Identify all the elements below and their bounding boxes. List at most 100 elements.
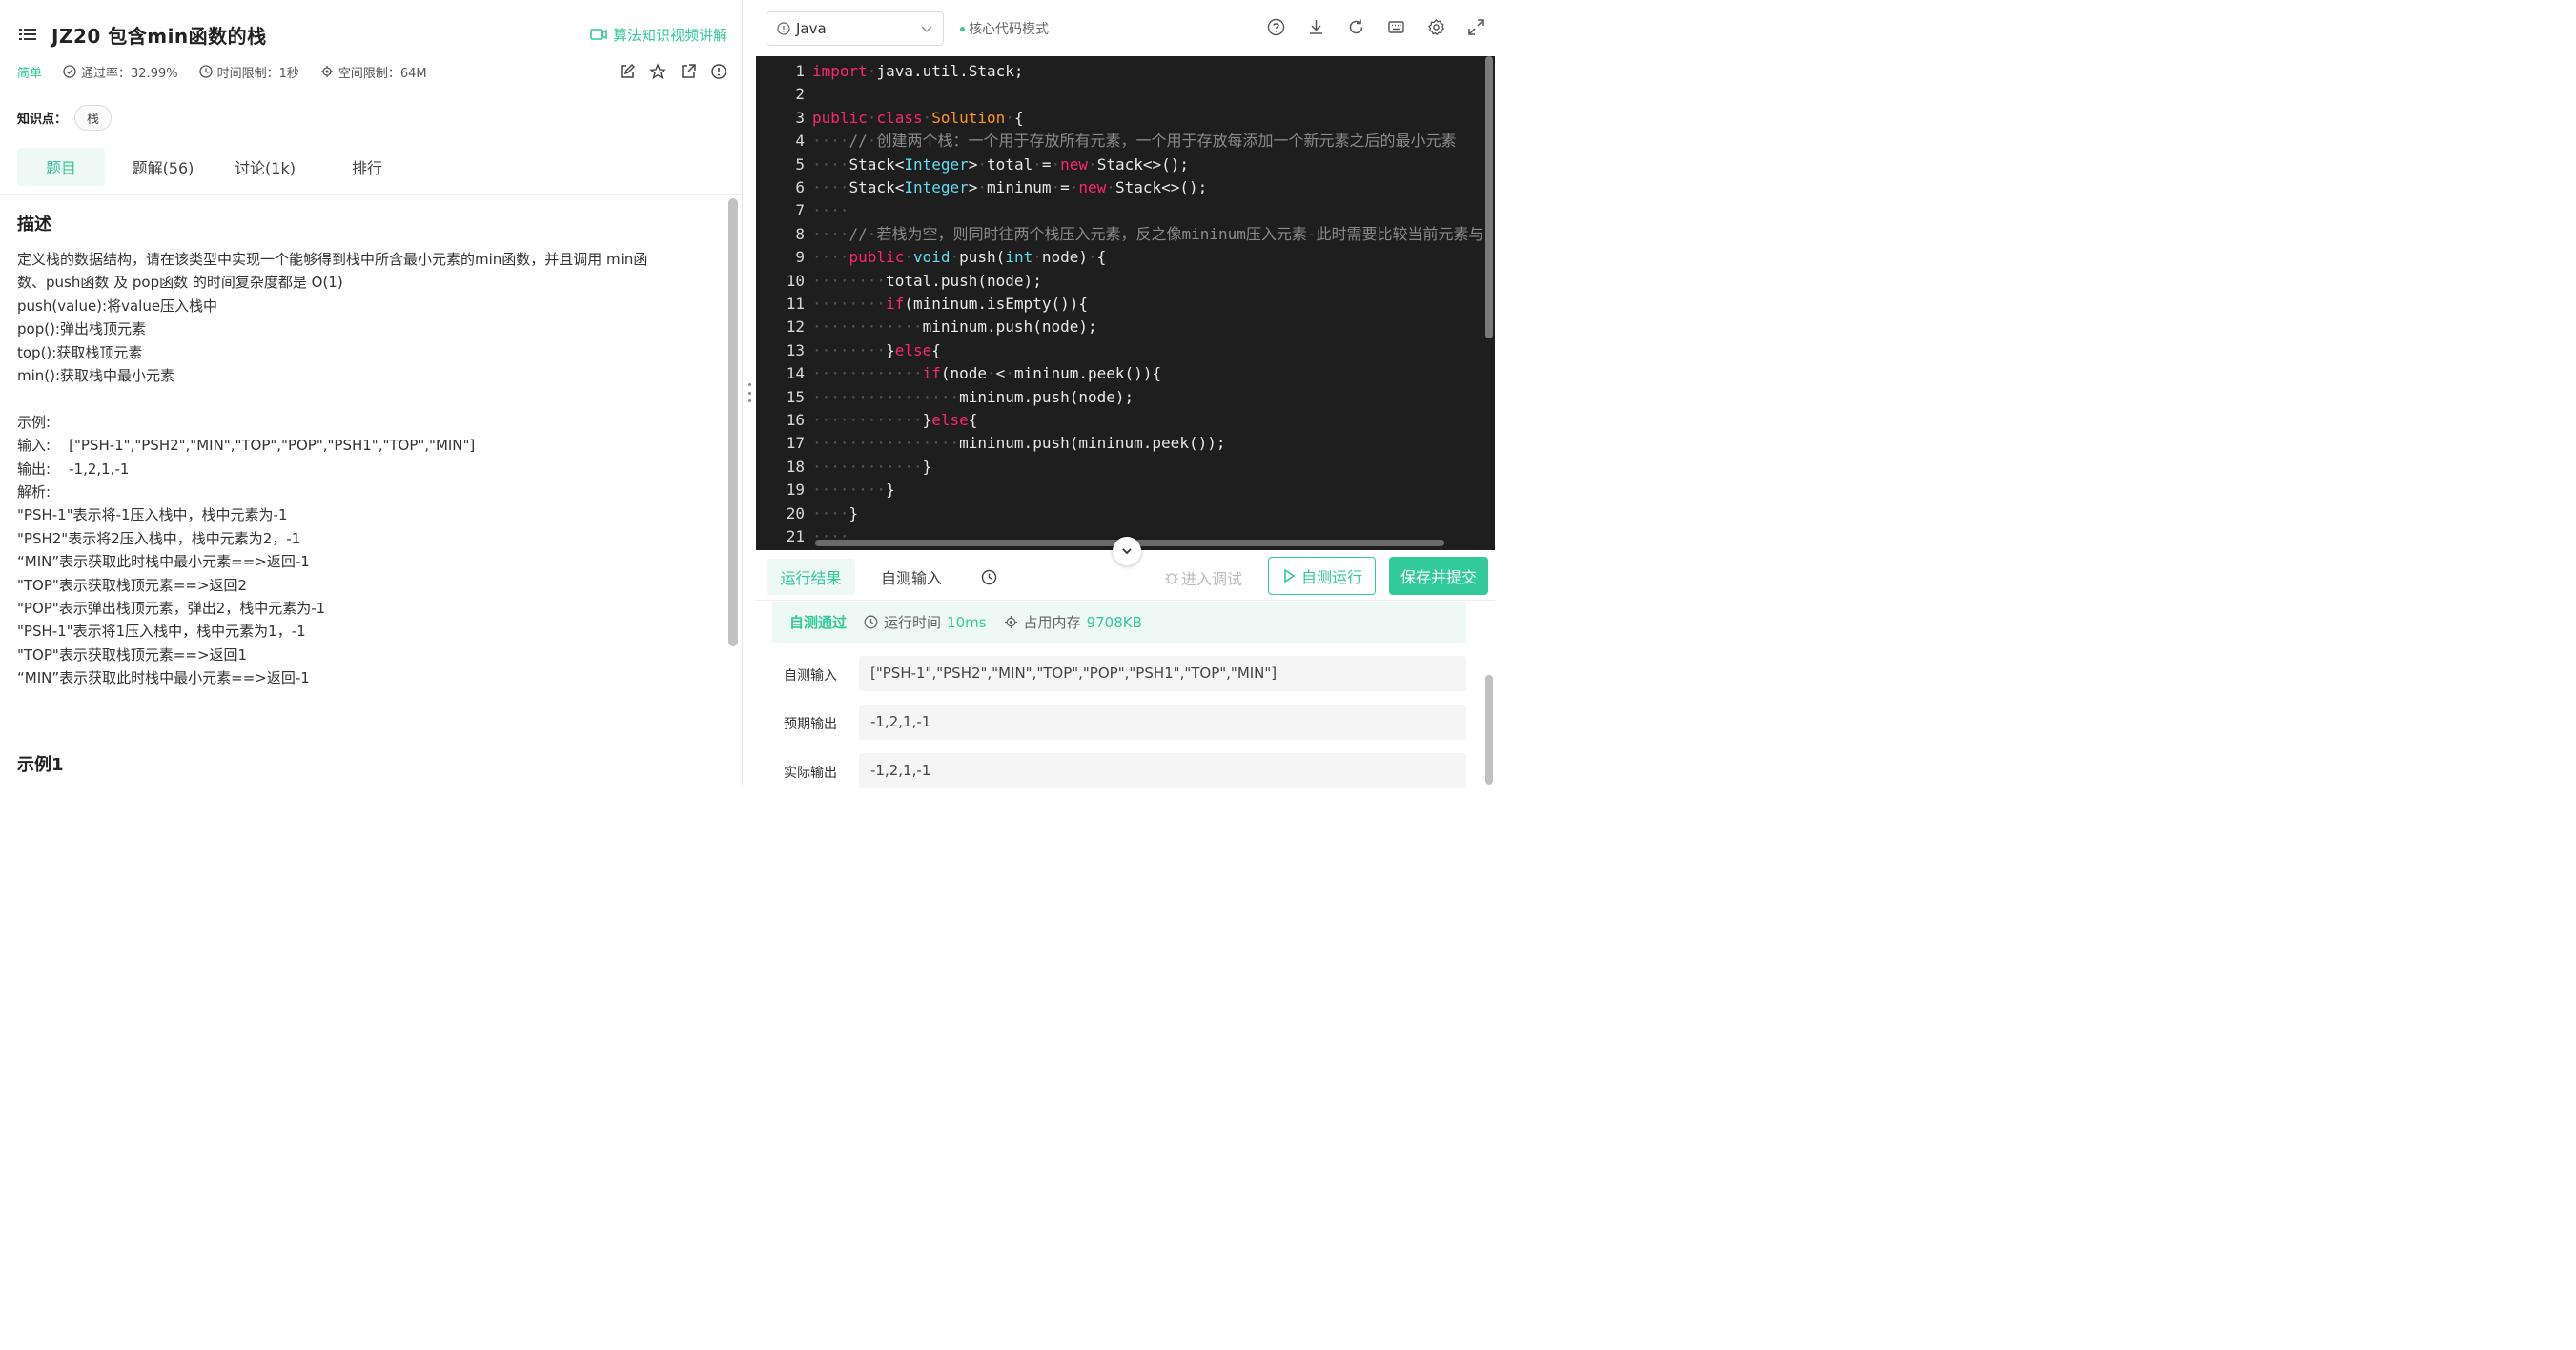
code-text: ····}: [812, 503, 859, 522]
settings-gear-icon[interactable]: [1427, 18, 1445, 36]
code-text: ············mininum.push(node);: [812, 317, 1097, 337]
meta-row: 简单 通过率：32.99% 时间限制：1秒 空间限制：64M: [17, 61, 727, 82]
info-icon: [777, 22, 790, 35]
difficulty-badge: 简单: [17, 66, 43, 81]
space-limit: 空间限制：64M: [320, 63, 427, 81]
keyboard-icon[interactable]: [1387, 18, 1405, 36]
problem-panel: JZ20 包含min函数的栈 算法知识视频讲解 简单 通过率：32.99% 时间…: [0, 0, 743, 785]
io-value: -1,2,1,-1: [859, 705, 1466, 740]
tab-problem[interactable]: 题目: [17, 148, 105, 186]
description-line: "PSH2"表示将2压入栈中，栈中元素为2，-1: [17, 529, 301, 547]
code-line: 19 ········}: [756, 479, 1495, 501]
video-explanation-link[interactable]: 算法知识视频讲解: [590, 25, 727, 45]
description-line: top():获取栈顶元素: [17, 343, 143, 361]
code-text: ········total.push(node);: [812, 271, 1042, 290]
line-number: 5: [795, 154, 805, 174]
clock-icon: [864, 615, 878, 629]
code-line: 14 ············if(node·<·mininum.peek()){: [756, 362, 1495, 385]
panel-resize-handle[interactable]: [746, 383, 753, 402]
editor-toolbar: Java 核心代码模式: [756, 0, 1495, 55]
code-line: 9 ····public·void·push(int·node)·{: [756, 246, 1495, 269]
code-line: 7 ····: [756, 199, 1495, 222]
description-scrollbar[interactable]: [728, 198, 738, 646]
code-editor[interactable]: 1 import·java.util.Stack; 2 3 public·class·S…: [756, 56, 1495, 550]
history-button[interactable]: [973, 559, 1004, 595]
description-heading: 描述: [17, 215, 51, 235]
download-icon[interactable]: [1307, 18, 1325, 36]
tab-ranking[interactable]: 排行: [323, 148, 411, 186]
line-number: 6: [795, 178, 805, 196]
line-number: 11: [786, 295, 805, 313]
description-line: [17, 387, 718, 410]
star-icon[interactable]: [649, 63, 666, 80]
language-select[interactable]: Java: [767, 11, 944, 46]
save-submit-button[interactable]: 保存并提交: [1389, 557, 1488, 595]
description-line: “MIN”表示获取此时栈中最小元素==>返回-1: [17, 669, 310, 687]
problem-tabs: 题目 题解(56) 讨论(1k) 排行: [17, 148, 425, 186]
code-mode: 核心代码模式: [960, 19, 1049, 38]
code-text: ········}: [812, 481, 895, 500]
line-number: 12: [786, 317, 805, 337]
code-text: ····: [812, 201, 849, 220]
code-text: ····Stack<Integer>·total·=·new·Stack<>()…: [812, 154, 1190, 174]
line-number: 20: [786, 503, 805, 522]
io-value: -1,2,1,-1: [859, 753, 1466, 788]
memory-value: 9708KB: [1086, 613, 1142, 631]
debug-label: 进入调试: [1181, 570, 1243, 588]
line-number: 10: [786, 271, 805, 290]
code-text: ············}: [812, 457, 932, 476]
bug-icon: [1165, 573, 1178, 584]
mode-dot: [960, 26, 965, 31]
code-mode-label: 核心代码模式: [969, 22, 1049, 37]
result-scrollbar[interactable]: [1485, 675, 1493, 785]
code-line: 2: [756, 83, 1495, 106]
share-icon[interactable]: [680, 63, 697, 80]
description-line: 定义栈的数据结构，请在该类型中实现一个能够得到栈中所含最小元素的min函数，并且…: [17, 251, 648, 268]
line-number: 14: [786, 364, 805, 383]
tab-custom-input[interactable]: 自测输入: [869, 559, 953, 595]
line-number: 7: [795, 201, 805, 220]
code-line: 10 ········total.push(node);: [756, 270, 1495, 293]
check-circle-icon: [63, 65, 76, 78]
description-line: 解析:: [17, 483, 51, 501]
code-text: ········}else{: [812, 340, 941, 359]
line-number: 13: [786, 340, 805, 359]
chevron-down-icon: [921, 26, 932, 32]
help-icon[interactable]: [1267, 18, 1285, 36]
io-value: ["PSH-1","PSH2","MIN","TOP","POP","PSH1"…: [859, 656, 1466, 691]
line-number: 15: [786, 387, 805, 406]
code-text: import·java.util.Stack;: [812, 62, 1024, 80]
space-limit-text: 空间限制：64M: [337, 66, 427, 81]
code-line: 8 ····//·若栈为空，则同时往两个栈压入元素，反之像mininum压入元素-…: [756, 223, 1495, 246]
fullscreen-icon[interactable]: [1467, 18, 1485, 36]
tab-run-result[interactable]: 运行结果: [767, 559, 855, 595]
editor-panel: Java 核心代码模式 1 import·java.util.Stack; 2 3 pu…: [756, 0, 1495, 788]
code-text: ····public·void·push(int·node)·{: [812, 248, 1107, 267]
tab-solutions[interactable]: 题解(56): [119, 148, 207, 186]
collapse-result-button[interactable]: [1113, 537, 1141, 565]
language-value: Java: [796, 20, 827, 37]
code-line: 4 ····//·创建两个栈：一个用于存放所有元素，一个用于存放每添加一个新元素之…: [756, 130, 1495, 153]
line-number: 3: [795, 108, 805, 127]
line-number: 18: [786, 457, 805, 476]
memory-stat: 占用内存 9708KB: [1004, 612, 1142, 632]
edit-note-icon[interactable]: [619, 63, 636, 80]
list-menu-icon[interactable]: [17, 24, 38, 45]
title-row: JZ20 包含min函数的栈 算法知识视频讲解: [17, 19, 727, 50]
knowledge-tag[interactable]: 栈: [74, 104, 112, 131]
result-status-banner: 自测通过 运行时间 10ms 占用内存 9708KB: [772, 602, 1466, 643]
code-text: ····//·创建两个栈：一个用于存放所有元素，一个用于存放每添加一个新元素之后…: [812, 132, 1457, 151]
reset-icon[interactable]: [1347, 18, 1365, 36]
history-clock-icon: [981, 569, 996, 584]
report-icon[interactable]: [710, 63, 727, 80]
code-line: 6 ····Stack<Integer>·mininum·=·new·Stack<…: [756, 176, 1495, 199]
code-line: 3 public·class·Solution·{: [756, 107, 1495, 130]
runtime-value: 10ms: [947, 613, 987, 631]
self-test-run-button[interactable]: 自测运行: [1268, 557, 1376, 595]
debug-button[interactable]: 进入调试: [1164, 566, 1242, 589]
line-number: 19: [786, 481, 805, 500]
editor-vertical-scrollbar[interactable]: [1485, 56, 1493, 338]
tab-discussion[interactable]: 讨论(1k): [221, 148, 309, 186]
description-line: “MIN”表示获取此时栈中最小元素==>返回-1: [17, 553, 310, 571]
description-line: 示例:: [17, 413, 51, 431]
